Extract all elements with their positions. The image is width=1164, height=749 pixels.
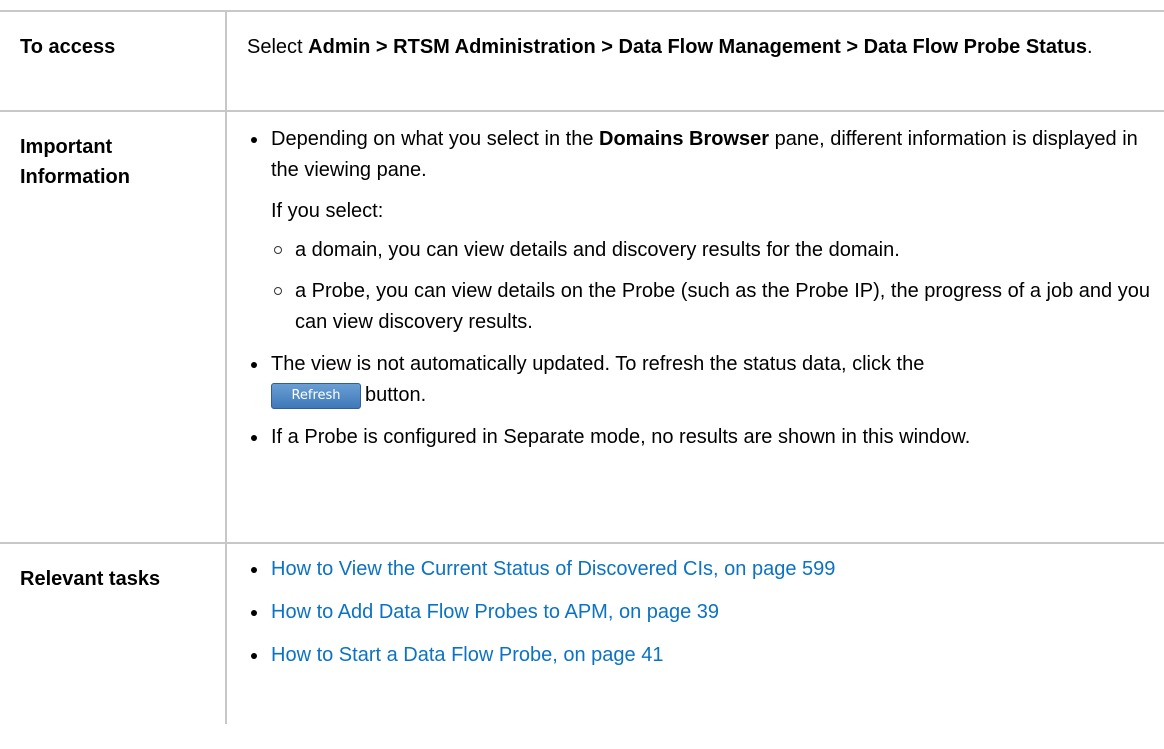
to-access-label: To access <box>0 10 227 112</box>
task-link-view-status[interactable]: How to View the Current Status of Discov… <box>271 558 835 580</box>
sub-bullet-icon <box>274 246 282 254</box>
selection-sublist: a domain, you can view details and disco… <box>271 235 1164 338</box>
task-links: How to View the Current Status of Discov… <box>247 554 1164 671</box>
bullet-icon <box>251 610 257 616</box>
list-item: How to View the Current Status of Discov… <box>247 554 1164 585</box>
bullet-icon <box>251 653 257 659</box>
bullet-icon <box>251 435 257 441</box>
list-item: The view is not automatically updated. T… <box>247 349 1164 411</box>
info-table: To access Select Admin > RTSM Administra… <box>0 10 1164 724</box>
access-prefix: Select <box>247 36 309 58</box>
important-information-label: Important Information <box>0 110 227 544</box>
bullet-icon <box>251 362 257 368</box>
access-path: Admin > RTSM Administration > Data Flow … <box>308 36 1087 58</box>
important-bullets: Depending on what you select in the Doma… <box>247 124 1164 453</box>
list-item: a domain, you can view details and disco… <box>271 235 1164 266</box>
bullet-icon <box>251 567 257 573</box>
relevant-tasks-content: How to View the Current Status of Discov… <box>225 542 1164 724</box>
table-row: To access Select Admin > RTSM Administra… <box>0 10 1164 112</box>
bullet2-pre: The view is not automatically updated. T… <box>271 353 925 375</box>
bullet2-post: button. <box>365 384 427 406</box>
domains-browser-term: Domains Browser <box>599 128 770 150</box>
list-item: How to Start a Data Flow Probe, on page … <box>247 640 1164 671</box>
relevant-tasks-label: Relevant tasks <box>0 542 227 724</box>
list-item: How to Add Data Flow Probes to APM, on p… <box>247 597 1164 628</box>
to-access-content: Select Admin > RTSM Administration > Dat… <box>225 10 1164 112</box>
list-item: Depending on what you select in the Doma… <box>247 124 1164 338</box>
list-item: a Probe, you can view details on the Pro… <box>271 276 1164 338</box>
if-you-select-text: If you select: <box>271 200 384 222</box>
access-suffix: . <box>1086 36 1093 58</box>
bullet3-text: If a Probe is configured in Separate mod… <box>271 426 971 448</box>
table-row: Relevant tasks How to View the Current S… <box>0 542 1164 724</box>
sub-item-domain: a domain, you can view details and disco… <box>295 239 900 261</box>
list-item: If a Probe is configured in Separate mod… <box>247 422 1164 453</box>
task-link-add-probes[interactable]: How to Add Data Flow Probes to APM, on p… <box>271 601 719 623</box>
sub-item-probe: a Probe, you can view details on the Pro… <box>295 280 1150 333</box>
bullet-icon <box>251 137 257 143</box>
task-link-start-probe[interactable]: How to Start a Data Flow Probe, on page … <box>271 644 663 666</box>
important-information-content: Depending on what you select in the Doma… <box>225 110 1164 544</box>
sub-bullet-icon <box>274 287 282 295</box>
bullet1-pre: Depending on what you select in the <box>271 128 599 150</box>
refresh-button[interactable]: Refresh <box>271 382 361 409</box>
table-row: Important Information Depending on what … <box>0 110 1164 544</box>
